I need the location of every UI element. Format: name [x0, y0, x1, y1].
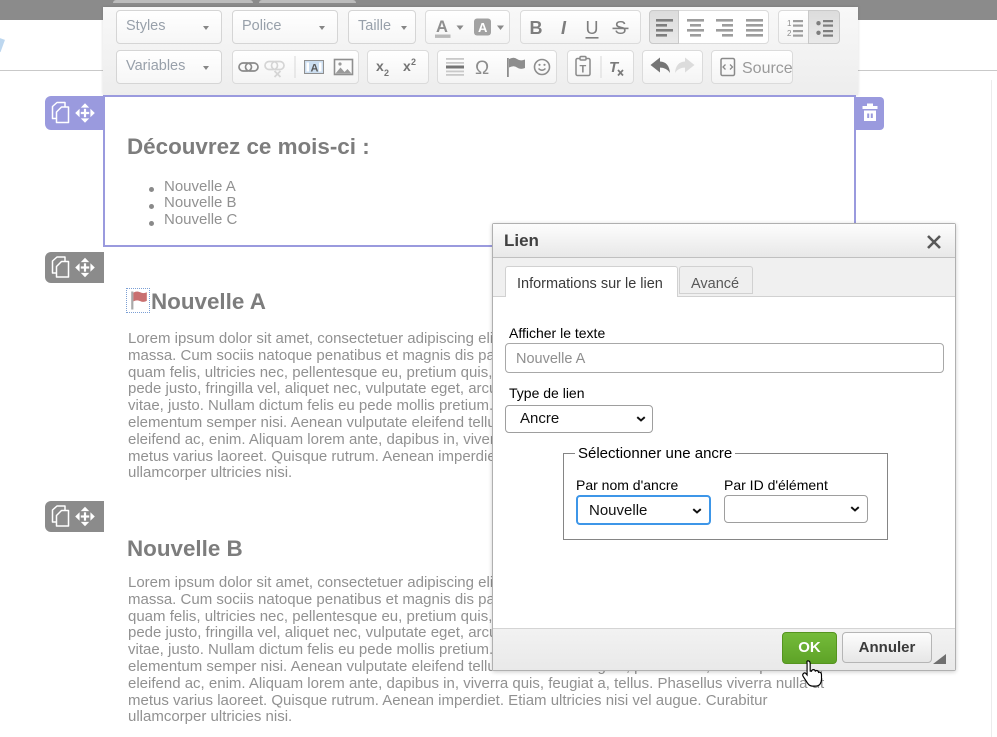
svg-text:I: I [561, 18, 567, 38]
svg-text:x: x [403, 58, 411, 74]
svg-text:U: U [586, 18, 599, 38]
svg-text:A: A [436, 18, 448, 36]
svg-text:1: 1 [787, 19, 792, 28]
svg-text:2: 2 [411, 57, 416, 67]
svg-text:Ω: Ω [475, 58, 489, 79]
svg-text:A: A [478, 20, 488, 35]
svg-text:T: T [580, 64, 587, 76]
svg-text:B: B [530, 18, 543, 38]
svg-text:Source: Source [742, 60, 792, 77]
svg-text:2: 2 [384, 68, 389, 78]
svg-text:2: 2 [787, 29, 792, 38]
svg-text:A: A [311, 63, 319, 75]
svg-text:x: x [376, 58, 384, 74]
svg-text:T: T [609, 59, 620, 76]
